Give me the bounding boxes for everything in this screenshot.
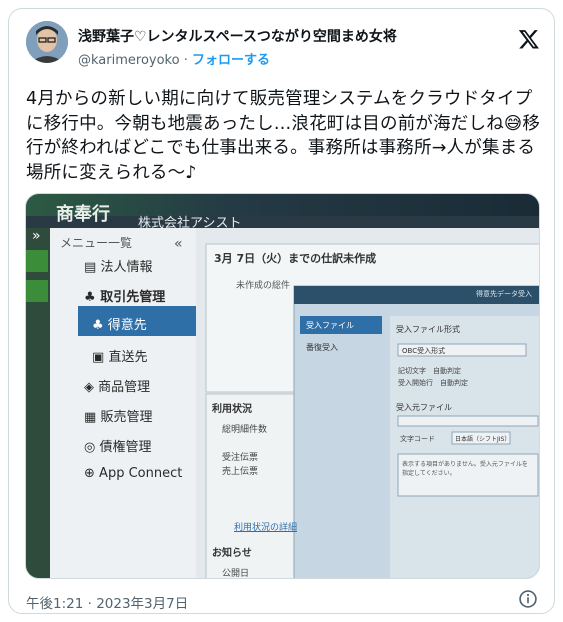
handle-separator: · xyxy=(183,53,188,68)
photo-menu-item: ♣ 取引先管理 xyxy=(84,290,166,305)
photo-panel-title: 3月 7日（火）までの仕訳未作成 xyxy=(214,252,377,265)
photo-menu-item: ♣ 得意先 xyxy=(92,318,147,333)
photo-dialog-message: 表示する項目がありません。受入元ファイルを指定してください。 xyxy=(402,461,528,477)
photo-notice-title: お知らせ xyxy=(212,548,252,559)
photo-menu-collapse: « xyxy=(174,236,183,252)
tweet-timestamp[interactable]: 午後1:21 · 2023年3月7日 xyxy=(26,592,188,612)
author-handle-row: @karimeroyoko · フォローする xyxy=(78,49,270,68)
x-logo-icon[interactable] xyxy=(518,28,540,50)
photo-notice-item: 公開日 xyxy=(222,569,250,579)
follow-button[interactable]: フォローする xyxy=(192,53,270,68)
photo-company: 株式会社アシスト xyxy=(138,216,242,231)
photo-usage-link: 利用状況の詳細 xyxy=(234,523,298,533)
photo-usage-item: 総明細件数 xyxy=(222,425,268,435)
photo-dialog-row: 記切文字 自動判定 xyxy=(398,367,461,375)
photo-menu-item: ◎ 債権管理 xyxy=(84,440,152,455)
photo-dialog-side-item: 受入ファイル xyxy=(306,321,354,330)
photo-dialog-format-label: 受入ファイル形式 xyxy=(396,325,460,334)
photo-menu-title: メニュー一覧 xyxy=(60,236,133,250)
photo-menu-item: ◈ 商品管理 xyxy=(84,380,151,395)
people-icon: ♣ xyxy=(84,290,96,305)
yen-bag-icon: ◎ xyxy=(84,440,96,455)
photo-dialog-charset-label: 文字コード xyxy=(400,435,435,443)
photo-usage-title: 利用状況 xyxy=(212,404,252,415)
photo-menu-expand: » xyxy=(32,228,41,244)
box-icon: ◈ xyxy=(84,380,94,395)
register-icon: ▦ xyxy=(84,410,97,425)
author-handle[interactable]: @karimeroyoko xyxy=(78,53,180,68)
tweet-photo[interactable]: 商奉行 株式会社アシスト » メニュー一覧 « ▤ 法人情報 ♣ 取引先管理 ♣… xyxy=(25,193,540,579)
tweet-text: 4月からの新しい期に向けて販売管理システムをクラウドタイプに移行中。今朝も地震あ… xyxy=(26,89,541,183)
photo-menu-item: ▤ 法人情報 xyxy=(84,260,153,275)
building-icon: ▤ xyxy=(84,260,97,275)
info-icon[interactable] xyxy=(518,589,538,609)
photo-brand: 商奉行 xyxy=(56,204,110,225)
photo-dialog-format-value: OBC受入形式 xyxy=(402,347,446,355)
photo-menu-item: ⊕ App Connect xyxy=(84,466,183,481)
truck-icon: ▣ xyxy=(92,350,105,365)
tweet-card: 浅野葉子♡レンタルスペースつながり空間まめ女将 @karimeroyoko · … xyxy=(8,8,555,614)
photo-menu-item: ▣ 直送先 xyxy=(92,350,148,365)
photo-usage-item: 売上伝票 xyxy=(222,467,259,477)
photo-dialog-row: 受入開始行 自動判定 xyxy=(398,379,468,387)
people-icon: ♣ xyxy=(92,318,104,333)
photo-menu-item: ▦ 販売管理 xyxy=(84,410,153,425)
photo-usage-item: 受注伝票 xyxy=(222,453,259,463)
author-display-name[interactable]: 浅野葉子♡レンタルスペースつながり空間まめ女将 xyxy=(78,26,397,46)
globe-icon: ⊕ xyxy=(84,466,95,481)
photo-dialog-side-item: 番復受入 xyxy=(306,343,338,352)
photo-dialog-header: 得意先データ受入 xyxy=(476,290,532,298)
photo-dialog-charset-value: 日本語（シフトJIS） xyxy=(455,436,511,443)
photo-panel-sub: 未作成の総件 xyxy=(236,281,291,291)
author-avatar[interactable] xyxy=(26,21,68,63)
photo-dialog-file-label: 受入元ファイル xyxy=(396,403,452,412)
